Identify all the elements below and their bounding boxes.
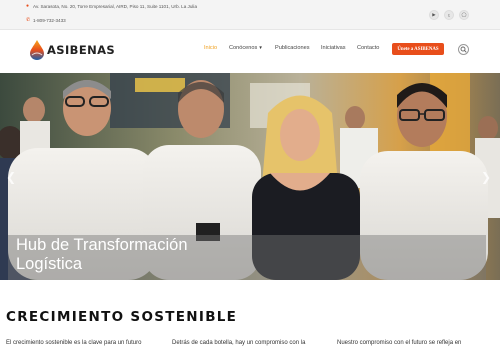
chevron-down-icon: ▼ (258, 45, 263, 50)
youtube-icon[interactable]: ▶ (429, 10, 439, 20)
hero-title: Hub de Transformación Logística (16, 236, 188, 273)
phone-text[interactable]: 1-809-732-3433 (33, 18, 66, 23)
nav-item-conocenos-label: Conócenos (229, 45, 258, 51)
nav-item-contacto[interactable]: Contacto (357, 45, 379, 51)
nav-item-conocenos[interactable]: Conócenos▼ (229, 45, 263, 51)
nav-item-inicio[interactable]: Inicio (204, 45, 217, 51)
slider-prev-icon[interactable]: ❮ (6, 170, 16, 184)
phone-line[interactable]: ✆ 1-809-732-3433 (26, 17, 66, 24)
twitter-icon[interactable]: t (444, 10, 454, 20)
map-pin-icon: ● (26, 3, 30, 9)
logo-drop-icon (30, 40, 44, 60)
join-button[interactable]: Únete a ASIBENAS (392, 43, 444, 55)
instagram-icon[interactable]: ◯ (459, 10, 469, 20)
slider-next-icon[interactable]: ❯ (481, 170, 491, 184)
column-text-3: Nuestro compromiso con el futuro se refl… (337, 340, 462, 346)
logo-text: ASIBENAS (47, 43, 116, 57)
search-icon (460, 46, 467, 53)
nav-item-publicaciones[interactable]: Publicaciones (275, 45, 310, 51)
search-button[interactable] (458, 44, 469, 55)
nav-item-iniciativas[interactable]: Iniciativas (321, 45, 346, 51)
column-text-2: Detrás de cada botella, hay un compromis… (172, 340, 306, 346)
column-text-1: El crecimiento sostenible es la clave pa… (6, 340, 142, 346)
section-title: CRECIMIENTO SOSTENIBLE (6, 309, 238, 325)
brand-logo[interactable]: ASIBENAS (30, 38, 115, 62)
phone-icon: ✆ (26, 17, 31, 23)
address-text: Av. Sarasota, No. 20, Torre Empresarial,… (33, 4, 198, 9)
address-line: ● Av. Sarasota, No. 20, Torre Empresaria… (26, 3, 198, 10)
